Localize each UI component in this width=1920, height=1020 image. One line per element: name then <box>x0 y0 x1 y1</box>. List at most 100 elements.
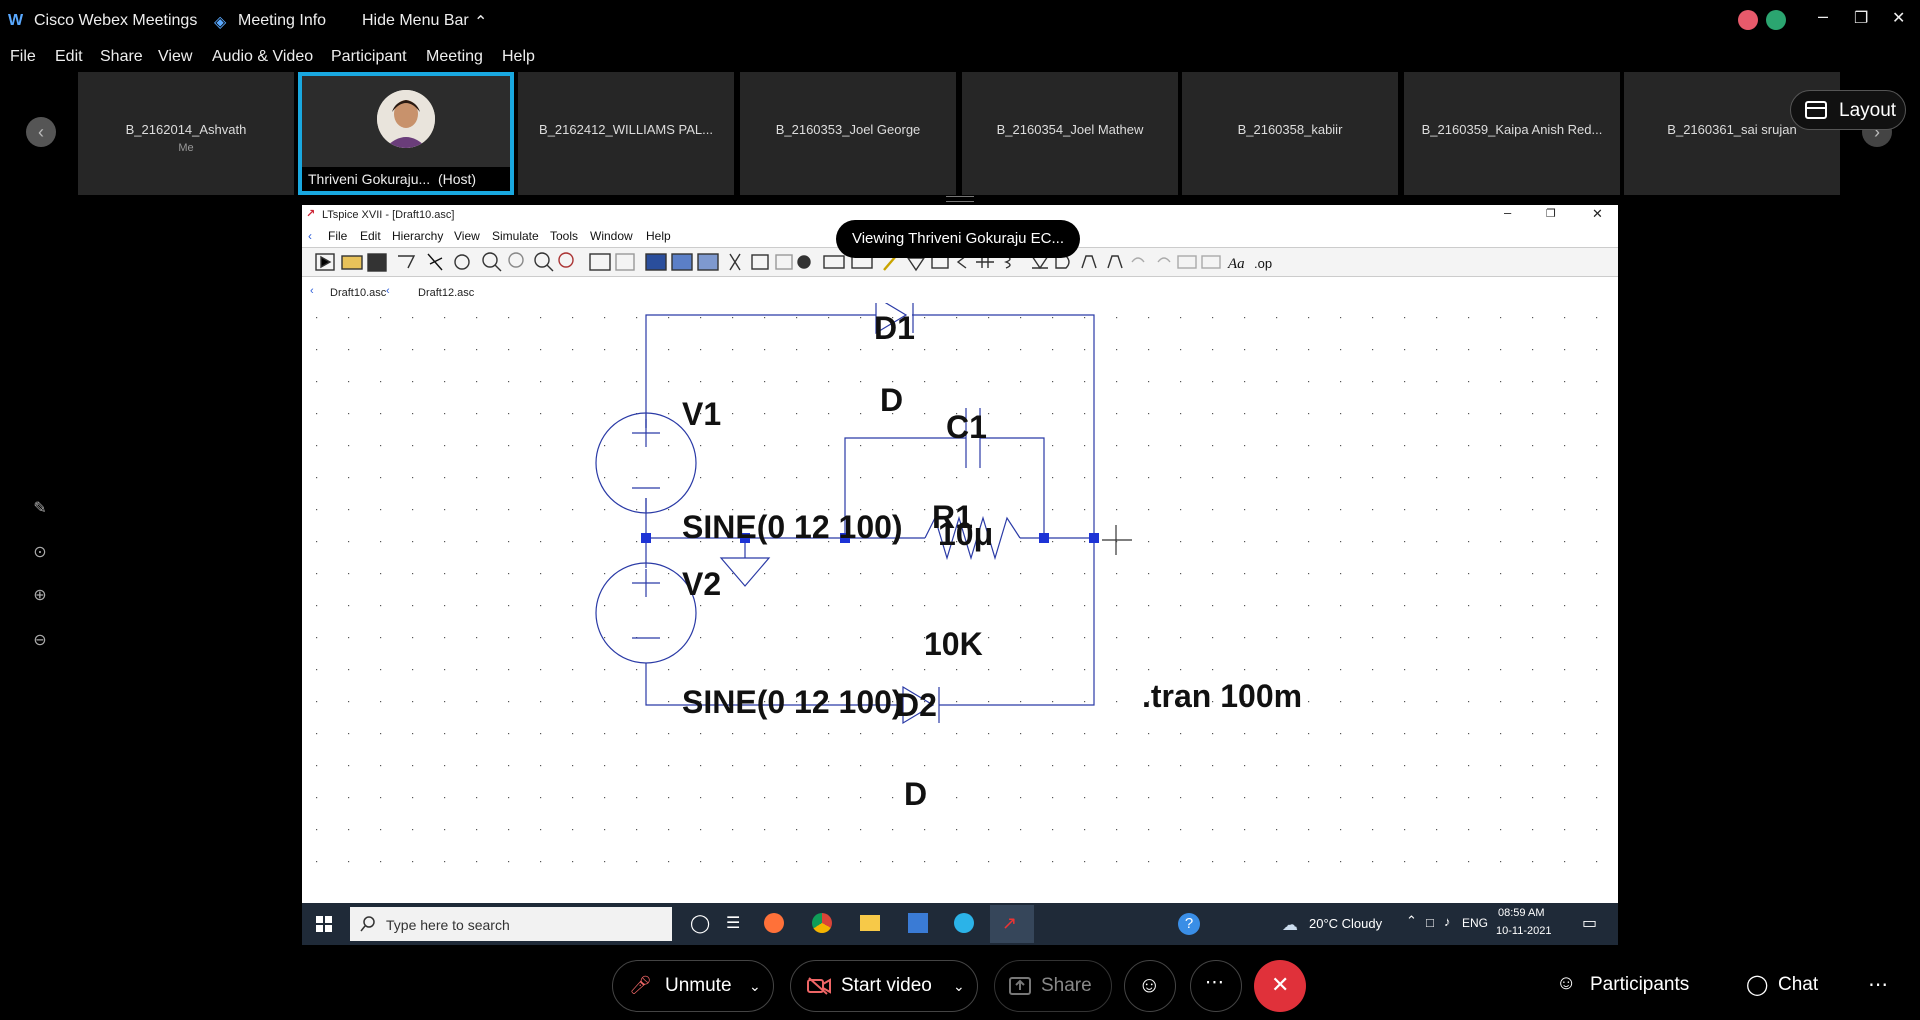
start-video-button[interactable]: Start video ⌄ <box>790 960 978 1012</box>
lt-menu-window[interactable]: Window <box>590 229 633 243</box>
recording-indicator-icon <box>1738 10 1758 30</box>
lt-menu-edit[interactable]: Edit <box>360 229 381 243</box>
menu-file[interactable]: File <box>10 48 36 66</box>
restore-window-button[interactable]: ❐ <box>1854 8 1868 28</box>
file-explorer-icon[interactable] <box>860 915 880 931</box>
shared-screen: ↗ LTspice XVII - [Draft10.asc] – ❐ ✕ ‹ F… <box>302 205 1618 945</box>
text-icon: Aa <box>1227 256 1245 272</box>
weather-text[interactable]: 20°C Cloudy <box>1309 916 1382 931</box>
taskbar-search[interactable]: Type here to search <box>350 907 672 941</box>
ltspice-taskbar-icon: ↗ <box>1002 913 1018 933</box>
video-off-icon <box>807 977 831 995</box>
autorange-icon <box>589 253 611 271</box>
participant-tile[interactable]: B_2160359_Kaipa Anish Red... <box>1404 72 1620 195</box>
cut-icon <box>729 253 741 271</box>
webex-taskbar-icon[interactable] <box>954 913 974 933</box>
leave-meeting-button[interactable]: ✕ <box>1254 960 1306 1012</box>
menu-help[interactable]: Help <box>502 48 535 66</box>
network-icon[interactable]: □ <box>1426 915 1434 930</box>
chat-button[interactable]: ◯ Chat <box>1746 972 1846 1002</box>
title-bar: W Cisco Webex Meetings ◈ Meeting Info Hi… <box>0 0 1920 42</box>
undo-icon <box>1131 257 1145 263</box>
layout-button[interactable]: Layout <box>1790 90 1906 130</box>
shield-icon: ◈ <box>214 14 227 31</box>
lt-menu-file[interactable]: File <box>328 229 347 243</box>
lt-menu-view[interactable]: View <box>454 229 480 243</box>
clock-time[interactable]: 08:59 AM <box>1498 907 1544 919</box>
participant-tile[interactable]: B_2160354_Joel Mathew <box>962 72 1178 195</box>
ltspice-minimize-button[interactable]: – <box>1504 205 1511 220</box>
lt-menu-tools[interactable]: Tools <box>550 229 578 243</box>
control-panel-icon <box>398 255 416 269</box>
participant-name: B_2162014_Ashvath <box>125 122 247 137</box>
resize-handle[interactable] <box>946 196 974 202</box>
participant-tile[interactable]: B_2162412_WILLIAMS PAL... <box>518 72 734 195</box>
redo-icon <box>1157 257 1171 263</box>
tab-draft10[interactable]: Draft10.asc <box>330 287 386 299</box>
tray-chevron-icon[interactable]: ⌃ <box>1406 913 1417 929</box>
chevron-down-icon[interactable]: ⌄ <box>953 978 965 995</box>
participant-tile[interactable]: B_2160358_kabiir <box>1182 72 1398 195</box>
zoom-out-icon[interactable]: ⊖ <box>20 630 60 666</box>
avatar <box>377 90 435 148</box>
more-panels-icon[interactable]: ⋯ <box>1868 972 1888 997</box>
lt-menu-hierarchy[interactable]: Hierarchy <box>392 229 443 243</box>
more-icon: ⋯ <box>1205 972 1224 993</box>
cortana-icon[interactable]: ◯ <box>690 913 710 934</box>
app-title: Cisco Webex Meetings <box>34 12 198 29</box>
annotate-icon[interactable]: ✎ <box>20 498 60 534</box>
layout-icon <box>1805 101 1827 119</box>
participants-icon: ☺ <box>1556 972 1577 994</box>
menu-participant[interactable]: Participant <box>331 48 407 66</box>
network-stats-icon[interactable] <box>1766 10 1786 30</box>
grid-icon <box>615 253 635 271</box>
webex-logo-icon: W <box>8 12 24 29</box>
reactions-button[interactable]: ☺ <box>1124 960 1176 1012</box>
move-icon <box>1081 255 1097 269</box>
draw-wire-icon <box>883 255 897 271</box>
close-window-button[interactable]: ✕ <box>1892 8 1905 28</box>
close-window-icon <box>697 253 719 271</box>
ltspice-title: LTspice XVII - [Draft10.asc] <box>322 209 455 221</box>
windows-start-icon[interactable] <box>316 916 332 932</box>
participants-button[interactable]: ☺ Participants <box>1556 972 1706 1002</box>
ltspice-close-button[interactable]: ✕ <box>1592 206 1603 222</box>
remote-control-icon[interactable]: ⊙ <box>20 542 60 578</box>
tab-draft12[interactable]: Draft12.asc <box>418 287 474 299</box>
chevron-up-icon[interactable]: ⌃ <box>474 12 487 32</box>
more-options-button[interactable]: ⋯ <box>1190 960 1242 1012</box>
unmute-button[interactable]: 🎤︎ Unmute ⌄ <box>612 960 774 1012</box>
menu-view[interactable]: View <box>158 48 192 66</box>
participant-tile-host[interactable]: Thriveni Gokuraju... (Host) <box>298 72 514 195</box>
menu-meeting[interactable]: Meeting <box>426 48 483 66</box>
mirror-icon <box>1201 255 1221 269</box>
hide-menu-bar-button[interactable]: Hide Menu Bar <box>362 12 469 30</box>
clock-date[interactable]: 10-11-2021 <box>1496 925 1551 937</box>
help-icon[interactable]: ? <box>1178 913 1200 935</box>
meeting-info-button[interactable]: Meeting Info <box>238 12 326 30</box>
menu-audio-video[interactable]: Audio & Video <box>212 48 313 66</box>
store-icon[interactable] <box>908 913 928 933</box>
firefox-icon[interactable] <box>764 913 784 933</box>
zoom-in-icon[interactable]: ⊕ <box>20 585 60 621</box>
scroll-left-button[interactable]: ‹ <box>26 117 56 147</box>
ltspice-restore-button[interactable]: ❐ <box>1546 207 1556 220</box>
paste-icon <box>775 254 793 270</box>
lt-menu-simulate[interactable]: Simulate <box>492 229 539 243</box>
participant-tile[interactable]: B_2160353_Joel George <box>740 72 956 195</box>
language-indicator[interactable]: ENG <box>1462 916 1488 930</box>
volume-icon[interactable]: ♪ <box>1444 914 1451 929</box>
chrome-icon[interactable] <box>812 913 832 933</box>
participant-tile[interactable]: B_2162014_Ashvath Me <box>78 72 294 195</box>
lt-menu-help[interactable]: Help <box>646 229 671 243</box>
v2-label: V2 <box>682 566 721 602</box>
share-button[interactable]: Share <box>994 960 1112 1012</box>
minimize-window-button[interactable]: – <box>1818 6 1828 27</box>
menu-edit[interactable]: Edit <box>55 48 83 66</box>
menu-share[interactable]: Share <box>100 48 143 66</box>
task-view-icon[interactable]: ☰ <box>726 913 740 933</box>
search-placeholder: Type here to search <box>386 917 510 933</box>
chevron-down-icon[interactable]: ⌄ <box>749 978 761 995</box>
notifications-icon[interactable]: ▭ <box>1582 913 1597 933</box>
schematic-canvas[interactable]: D1 D C1 10μ R1 10K V1 SINE(0 12 100) V2 … <box>302 303 1618 893</box>
